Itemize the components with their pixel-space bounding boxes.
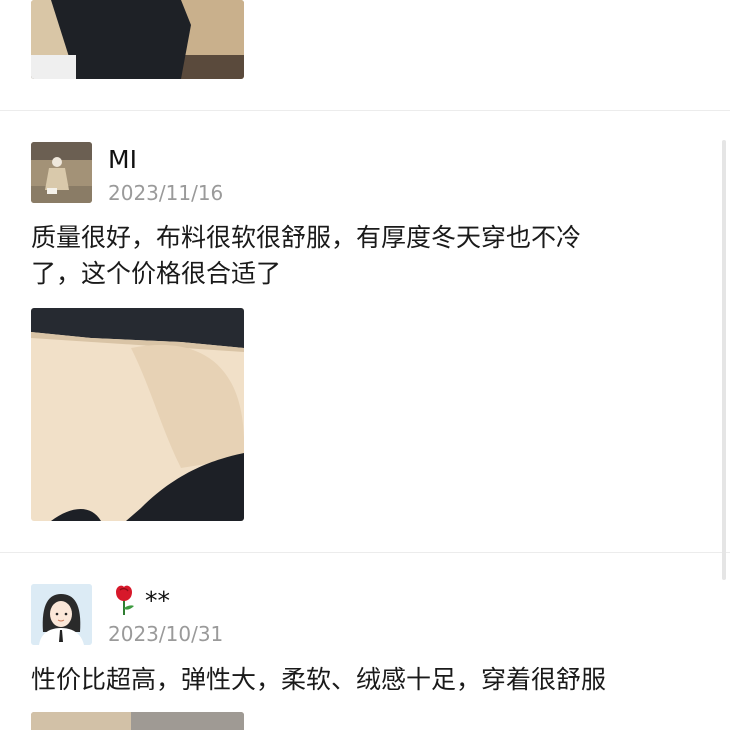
username: MI xyxy=(108,145,137,174)
avatar[interactable] xyxy=(31,142,92,203)
review-date: 2023/10/31 xyxy=(108,622,224,646)
review-photo-image xyxy=(31,0,244,79)
divider xyxy=(0,110,730,111)
avatar-image xyxy=(31,142,92,203)
review-photo[interactable] xyxy=(31,308,244,521)
review-text-line: 质量很好，布料很软很舒服，有厚度冬天穿也不冷 xyxy=(31,223,582,252)
divider xyxy=(0,552,730,553)
avatar[interactable] xyxy=(31,584,92,645)
review-photo[interactable] xyxy=(31,0,244,79)
review-text-line: 了，这个价格很合适了 xyxy=(31,259,282,288)
avatar-image xyxy=(31,584,92,645)
scrollbar[interactable] xyxy=(722,140,726,580)
review-photo[interactable] xyxy=(31,712,244,730)
review-text-line: 性价比超高，弹性大，柔软、绒感十足，穿着很舒服 xyxy=(31,665,607,694)
review-date: 2023/11/16 xyxy=(108,181,224,205)
rose-icon xyxy=(110,584,138,616)
review-photo-image xyxy=(31,308,244,521)
review-photo-image xyxy=(31,712,244,730)
username: ** xyxy=(145,586,170,615)
